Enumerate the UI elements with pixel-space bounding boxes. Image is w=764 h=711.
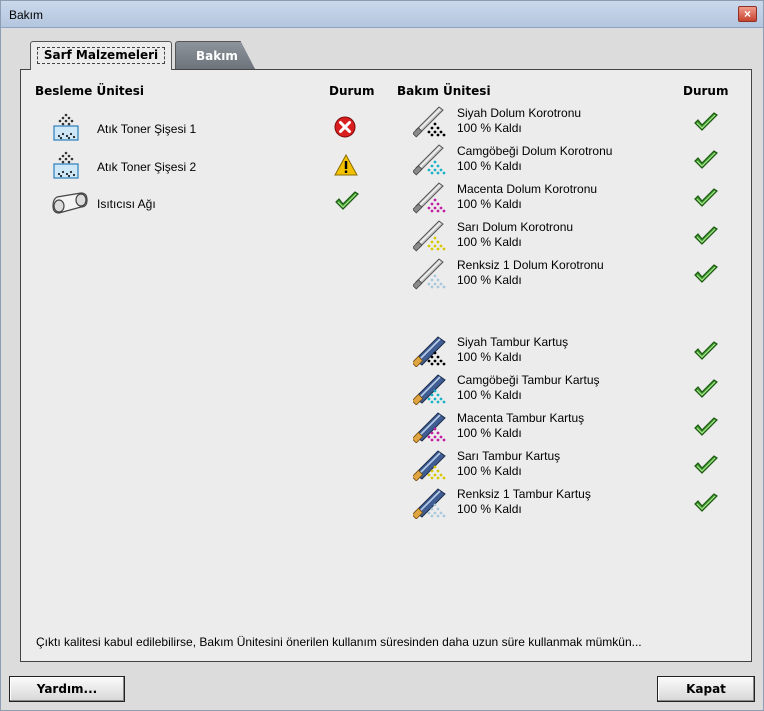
checkmark-icon (334, 191, 360, 217)
maintenance-item-remaining: 100 % Kaldı (457, 502, 522, 516)
supply-item-label: Isıtıcısı Ağı (97, 197, 156, 211)
maintenance-item-remaining: 100 % Kaldı (457, 159, 522, 173)
charge-corotron-icon (412, 104, 449, 138)
error-icon (334, 116, 360, 142)
footer-note: Çıktı kalitesi kabul edilebilirse, Bakım… (36, 635, 642, 649)
maintenance-item-row: Sarı Dolum Korotronu 100 % Kaldı (412, 218, 733, 254)
checkmark-icon (693, 226, 719, 252)
maintenance-item-row: Macenta Tambur Kartuş 100 % Kaldı (411, 409, 733, 445)
maintenance-item-row: Renksiz 1 Dolum Korotronu 100 % Kaldı (412, 256, 733, 292)
supply-item-row: Isıtıcısı Ağı (51, 187, 359, 225)
maintenance-item-remaining: 100 % Kaldı (457, 464, 522, 478)
supply-unit-header: Besleme Ünitesi (35, 84, 145, 98)
supply-status-header: Durum (329, 84, 375, 98)
tab-consumables-label: Sarf Malzemeleri (37, 47, 165, 64)
drum-cartridge-icon (411, 485, 449, 520)
supply-item-label: Atık Toner Şişesi 2 (97, 160, 197, 174)
maintenance-unit-header: Bakım Ünitesi (397, 84, 491, 98)
maintenance-item-row: Camgöbeği Dolum Korotronu 100 % Kaldı (412, 142, 733, 178)
maintenance-item-remaining: 100 % Kaldı (457, 273, 522, 287)
title-bar: Bakım × (1, 1, 763, 28)
charge-corotron-icon (412, 142, 449, 176)
maintenance-item-row: Sarı Tambur Kartuş 100 % Kaldı (411, 447, 733, 483)
maintenance-item-row: Camgöbeği Tambur Kartuş 100 % Kaldı (411, 371, 733, 407)
checkmark-icon (693, 417, 719, 443)
checkmark-icon (693, 264, 719, 290)
checkmark-icon (693, 112, 719, 138)
maintenance-item-name: Renksiz 1 Dolum Korotronu (457, 258, 604, 272)
fuser-web-icon (51, 191, 88, 225)
drum-cartridge-icon (411, 409, 449, 444)
tab-maintenance-label: Bakım (196, 49, 238, 63)
checkmark-icon (693, 341, 719, 367)
maintenance-item-name: Macenta Dolum Korotronu (457, 182, 598, 196)
drum-cartridge-icon (411, 371, 449, 406)
maintenance-item-name: Siyah Dolum Korotronu (457, 106, 582, 120)
checkmark-icon (693, 379, 719, 405)
maintenance-window: Bakım × Sarf Malzemeleri Bakım Besleme Ü… (0, 0, 764, 711)
supply-item-row: Atık Toner Şişesi 2 (51, 150, 358, 186)
maintenance-item-remaining: 100 % Kaldı (457, 426, 522, 440)
maintenance-status-header: Durum (683, 84, 729, 98)
maintenance-item-remaining: 100 % Kaldı (457, 121, 522, 135)
checkmark-icon (693, 493, 719, 519)
maintenance-item-name: Siyah Tambur Kartuş (457, 335, 569, 349)
close-icon[interactable]: × (738, 6, 757, 22)
maintenance-item-remaining: 100 % Kaldı (457, 197, 522, 211)
charge-corotron-icon (412, 256, 449, 290)
toner-bottle-icon (51, 150, 87, 184)
maintenance-item-name: Camgöbeği Dolum Korotronu (457, 144, 613, 158)
maintenance-item-remaining: 100 % Kaldı (457, 388, 522, 402)
help-button[interactable]: Yardım... (9, 676, 125, 702)
maintenance-item-row: Renksiz 1 Tambur Kartuş 100 % Kaldı (411, 485, 733, 521)
maintenance-item-name: Camgöbeği Tambur Kartuş (457, 373, 600, 387)
charge-corotron-icon (412, 180, 449, 214)
supply-item-row: Atık Toner Şişesi 1 (51, 112, 356, 148)
maintenance-item-name: Macenta Tambur Kartuş (457, 411, 585, 425)
charge-corotron-icon (412, 218, 449, 252)
drum-cartridge-icon (411, 447, 449, 482)
tab-maintenance[interactable]: Bakım (175, 41, 255, 69)
maintenance-item-row: Macenta Dolum Korotronu 100 % Kaldı (412, 180, 733, 216)
drum-cartridge-icon (411, 333, 449, 368)
warning-icon (334, 153, 360, 180)
checkmark-icon (693, 188, 719, 214)
maintenance-item-remaining: 100 % Kaldı (457, 350, 522, 364)
supply-item-label: Atık Toner Şişesi 1 (97, 122, 197, 136)
checkmark-icon (693, 455, 719, 481)
maintenance-item-name: Sarı Tambur Kartuş (457, 449, 561, 463)
maintenance-item-row: Siyah Dolum Korotronu 100 % Kaldı (412, 104, 733, 140)
checkmark-icon (693, 150, 719, 176)
maintenance-item-name: Renksiz 1 Tambur Kartuş (457, 487, 591, 501)
maintenance-item-remaining: 100 % Kaldı (457, 235, 522, 249)
maintenance-item-name: Sarı Dolum Korotronu (457, 220, 574, 234)
consumables-panel: Besleme Ünitesi Durum Bakım Ünitesi Duru… (20, 69, 752, 662)
maintenance-item-row: Siyah Tambur Kartuş 100 % Kaldı (411, 333, 733, 369)
close-button[interactable]: Kapat (657, 676, 755, 702)
window-title: Bakım (9, 8, 44, 22)
toner-bottle-icon (51, 112, 87, 146)
tab-consumables[interactable]: Sarf Malzemeleri (30, 41, 172, 70)
